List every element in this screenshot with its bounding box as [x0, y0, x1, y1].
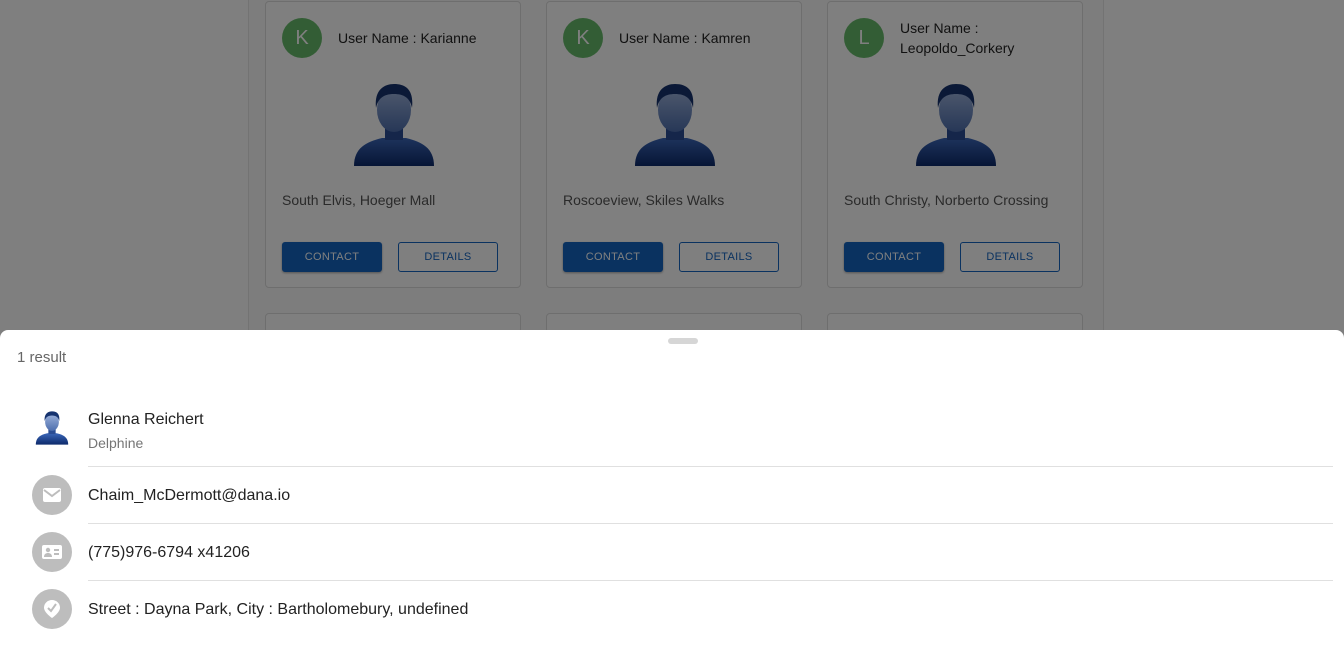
email-icon [32, 475, 72, 515]
email-text: Chaim_McDermott@dana.io [88, 487, 291, 504]
result-count: 1 result [17, 349, 67, 366]
person-username: Delphine [88, 435, 144, 451]
list-item-person[interactable]: Glenna Reichert Delphine [32, 396, 1333, 467]
list-item-address[interactable]: Street : Dayna Park, City : Bartholomebu… [32, 581, 1333, 638]
drag-handle[interactable] [668, 338, 698, 344]
address-text: Street : Dayna Park, City : Bartholomebu… [88, 601, 469, 618]
location-pin-icon [32, 589, 72, 629]
list-item-email[interactable]: Chaim_McDermott@dana.io [32, 467, 1333, 524]
person-name: Glenna Reichert [88, 411, 204, 428]
phone-text: (775)976-6794 x41206 [88, 544, 250, 561]
list-item-phone[interactable]: (775)976-6794 x41206 [32, 524, 1333, 581]
user-picture-icon [35, 410, 69, 446]
bottom-sheet: 1 result Glenna Reichert Delphine Chaim_… [0, 330, 1344, 658]
contact-card-icon [32, 532, 72, 572]
